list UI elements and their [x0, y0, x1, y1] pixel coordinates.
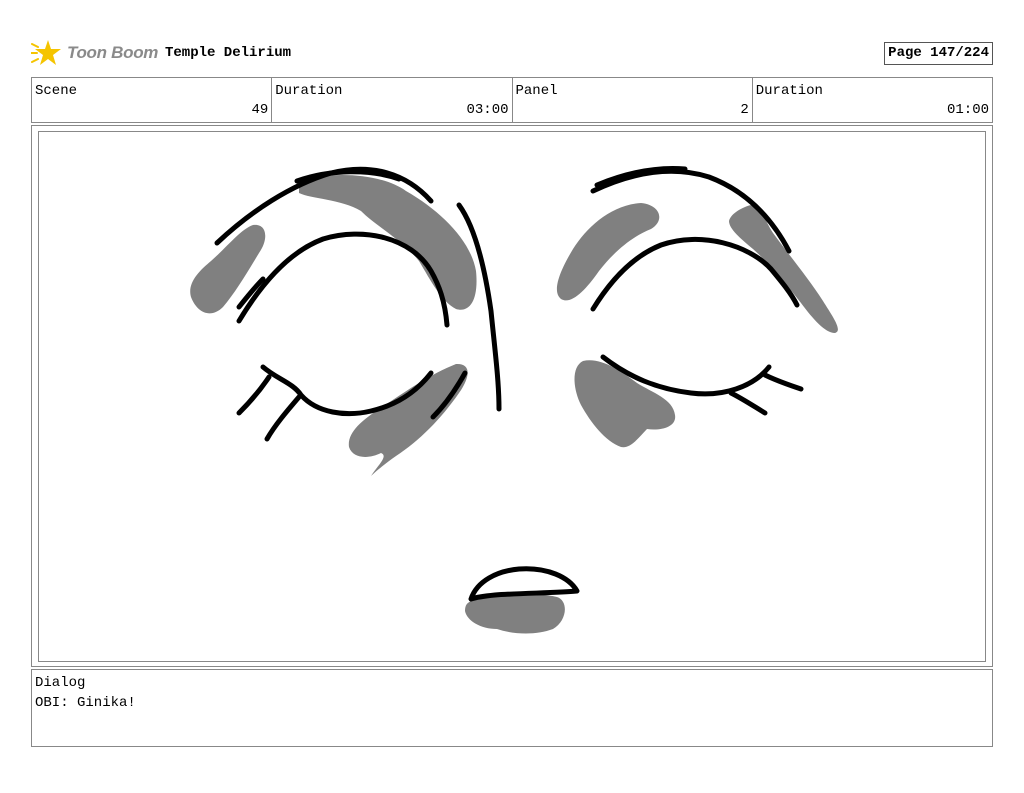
project-title: Temple Delirium [165, 45, 292, 61]
mouth-shadow [465, 593, 565, 634]
mouth [468, 566, 580, 602]
dialog-text: OBI: Ginika! [35, 695, 136, 711]
right-temple-shadow [729, 205, 838, 333]
logo-text: Toon Boom [67, 43, 159, 62]
face-sketch [190, 166, 838, 634]
toon-boom-star-icon [31, 40, 61, 65]
panel-drawing-area [38, 131, 986, 662]
line-art [214, 166, 804, 602]
dialog-box: Dialog OBI: Ginika! [31, 669, 993, 747]
panel-duration-value: 01:00 [946, 102, 989, 118]
panel-label: Panel [515, 83, 558, 99]
panel-duration-cell: Duration 01:00 [753, 78, 992, 122]
scene-cell: Scene 49 [32, 78, 273, 122]
page-number: Page 147/224 [884, 42, 993, 65]
right-lash-1 [762, 372, 804, 392]
panel-duration-label: Duration [755, 83, 823, 99]
toon-boom-logo: Toon Boom [31, 38, 158, 68]
panel-cell: Panel 2 [513, 78, 753, 122]
panel-info-row: Scene 49 Duration 03:00 Panel 2 Duration… [31, 77, 993, 123]
right-lash-2 [728, 390, 768, 416]
left-lash-shadow [348, 363, 468, 476]
left-lash-1 [236, 374, 272, 416]
scene-value: 49 [251, 102, 269, 118]
scene-duration-label: Duration [275, 83, 343, 99]
left-brow-shadow [299, 175, 477, 310]
scene-label: Scene [35, 83, 78, 99]
left-lash-2 [264, 394, 302, 442]
scene-duration-value: 03:00 [466, 102, 509, 118]
scene-duration-cell: Duration 03:00 [272, 78, 513, 122]
dialog-label: Dialog [35, 675, 86, 691]
panel-frame [31, 125, 993, 667]
page-header: Toon Boom Temple Delirium Page 147/224 [31, 36, 993, 70]
shadow-shapes [190, 175, 838, 634]
panel-value: 2 [740, 102, 749, 118]
